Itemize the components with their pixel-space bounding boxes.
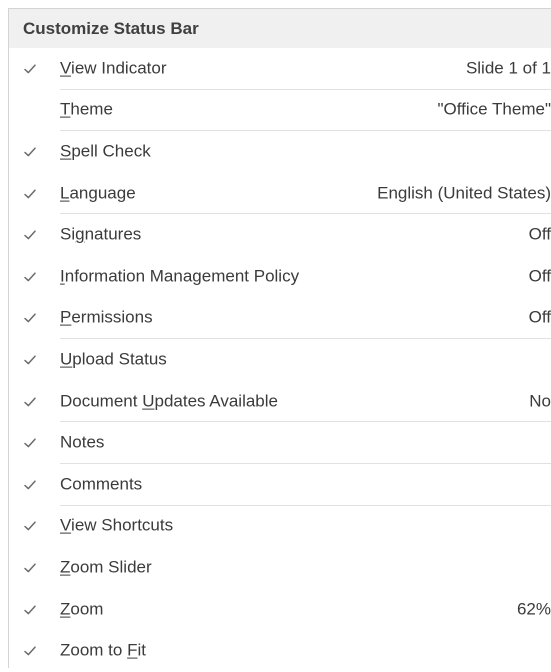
checkmark-icon	[22, 186, 38, 202]
label-text: natures	[85, 225, 142, 244]
menu-item-permissions[interactable]: Permissions Off	[9, 298, 551, 340]
menu-title: Customize Status Bar	[9, 9, 551, 48]
menu-item-label: Notes	[60, 433, 104, 453]
access-key-letter: Z	[60, 558, 70, 577]
menu-item-spell-check[interactable]: Spell Check	[9, 131, 551, 173]
menu-item-label: Spell Check	[60, 142, 151, 162]
menu-item-value: 62%	[517, 599, 551, 619]
checkmark-icon	[22, 477, 38, 493]
label-text: pell Check	[71, 142, 150, 161]
checkmark-icon	[22, 643, 38, 659]
label-text: nformation Management Policy	[65, 266, 299, 285]
access-key-letter: P	[60, 308, 71, 327]
checkmark-icon	[22, 144, 38, 160]
menu-item-label: Zoom	[60, 599, 103, 619]
menu-item-value: No	[529, 391, 551, 411]
access-key-letter: g	[75, 225, 84, 244]
menu-item-document-updates-available[interactable]: Document Updates Available No	[9, 381, 551, 423]
checkmark-icon	[22, 227, 38, 243]
label-text: pload Status	[72, 350, 167, 369]
menu-item-value: Slide 1 of 1	[466, 58, 551, 78]
menu-item-signatures[interactable]: Signatures Off	[9, 214, 551, 256]
checkmark-icon	[22, 310, 38, 326]
checkmark-icon	[22, 602, 38, 618]
label-text: iew Indicator	[71, 58, 166, 77]
customize-status-bar-menu: Customize Status Bar View Indicator Slide…	[8, 8, 551, 668]
menu-item-zoom-slider[interactable]: Zoom Slider	[9, 547, 551, 589]
menu-item-label: Zoom Slider	[60, 558, 152, 578]
menu-item-label: Document Updates Available	[60, 391, 278, 411]
menu-item-zoom[interactable]: Zoom 62%	[9, 589, 551, 631]
menu-item-label: View Shortcuts	[60, 516, 173, 536]
label-text: anguage	[69, 183, 135, 202]
menu-item-list: View Indicator Slide 1 of 1 Theme "Office T…	[9, 48, 551, 672]
label-text: Comments	[60, 474, 142, 493]
menu-item-information-management-policy[interactable]: Information Management Policy Off	[9, 256, 551, 298]
menu-item-value: Off	[529, 266, 551, 286]
menu-item-label: Permissions	[60, 308, 153, 328]
menu-item-label: Signatures	[60, 225, 141, 245]
access-key-letter: T	[60, 100, 70, 119]
menu-item-label: Zoom to Fit	[60, 641, 146, 661]
checkmark-icon	[22, 560, 38, 576]
label-text: Notes	[60, 433, 104, 452]
menu-item-comments[interactable]: Comments	[9, 464, 551, 506]
menu-item-value: Off	[529, 225, 551, 245]
label-text: oom	[70, 599, 103, 618]
menu-item-zoom-to-fit[interactable]: Zoom to Fit	[9, 630, 551, 672]
checkmark-icon	[22, 518, 38, 534]
checkmark-icon	[22, 269, 38, 285]
access-key-letter: U	[142, 391, 154, 410]
label-text: oom Slider	[70, 558, 151, 577]
menu-item-theme[interactable]: Theme "Office Theme"	[9, 90, 551, 132]
menu-item-upload-status[interactable]: Upload Status	[9, 339, 551, 381]
access-key-letter: S	[60, 142, 71, 161]
access-key-letter: V	[60, 516, 71, 535]
menu-item-notes[interactable]: Notes	[9, 422, 551, 464]
checkmark-icon	[22, 435, 38, 451]
label-text: ermissions	[71, 308, 152, 327]
menu-item-value: English (United States)	[377, 183, 551, 203]
menu-item-language[interactable]: Language English (United States)	[9, 173, 551, 215]
checkmark-icon	[22, 394, 38, 410]
label-text: pdates Available	[154, 391, 278, 410]
access-key-letter: V	[60, 58, 71, 77]
label-text: it	[137, 641, 146, 660]
menu-item-label: Information Management Policy	[60, 266, 299, 286]
menu-item-value: Off	[529, 308, 551, 328]
checkmark-icon	[22, 352, 38, 368]
menu-item-view-shortcuts[interactable]: View Shortcuts	[9, 506, 551, 548]
label-text: Zoom to	[60, 641, 127, 660]
label-text: Si	[60, 225, 75, 244]
label-text: Document	[60, 391, 142, 410]
access-key-letter: U	[60, 350, 72, 369]
label-text: heme	[70, 100, 113, 119]
access-key-letter: Z	[60, 599, 70, 618]
menu-item-value: "Office Theme"	[438, 100, 551, 120]
menu-item-view-indicator[interactable]: View Indicator Slide 1 of 1	[9, 48, 551, 90]
checkmark-icon	[22, 61, 38, 77]
menu-item-label: Upload Status	[60, 350, 167, 370]
menu-item-label: Theme	[60, 100, 113, 120]
label-text: iew Shortcuts	[71, 516, 173, 535]
menu-item-label: Comments	[60, 474, 142, 494]
menu-item-label: View Indicator	[60, 58, 166, 78]
access-key-letter: F	[127, 641, 137, 660]
menu-item-label: Language	[60, 183, 136, 203]
